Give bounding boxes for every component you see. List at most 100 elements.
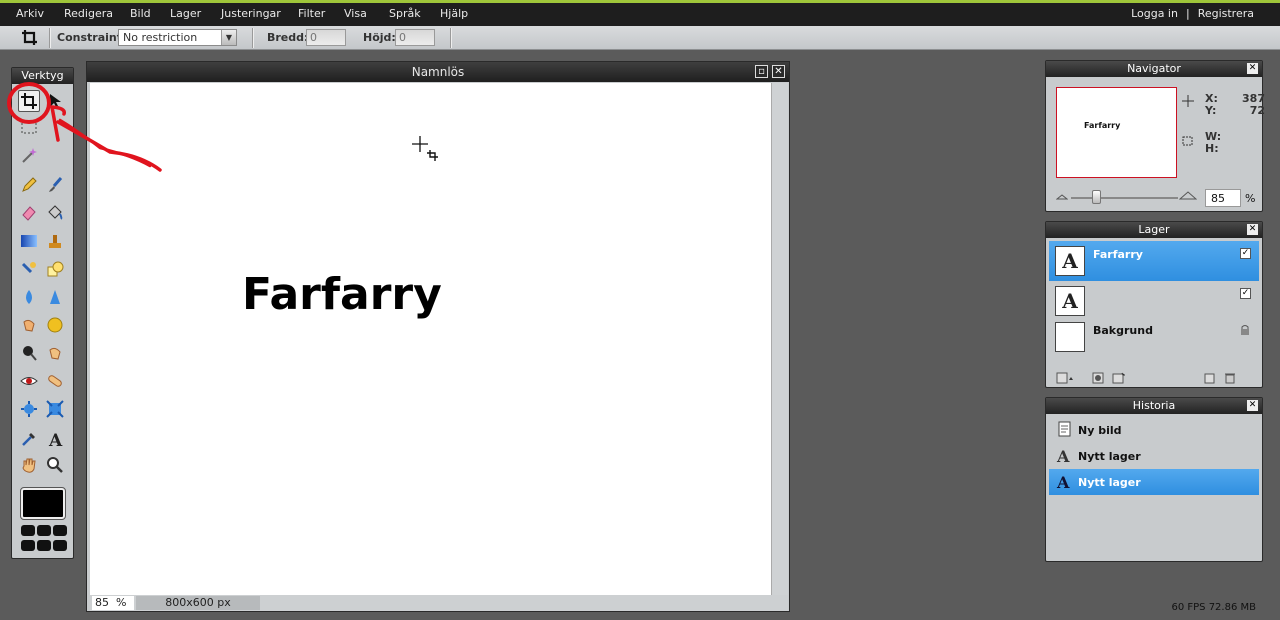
crop-tool[interactable] (18, 90, 40, 112)
sponge-tool[interactable] (44, 314, 66, 336)
blur-tool[interactable] (18, 286, 40, 308)
constraint-select[interactable]: No restriction ▼ (118, 29, 237, 46)
layer-row-text[interactable]: A ✓ (1049, 281, 1259, 321)
layer-mask-icon[interactable] (1092, 372, 1104, 384)
close-icon[interactable]: ✕ (1247, 63, 1258, 74)
constraint-value: No restriction (123, 31, 198, 44)
text-layer-icon: A (1057, 447, 1070, 466)
canvas-status-bar: 85 % 800x600 px (90, 595, 788, 611)
canvas-window-title: Namnlös (411, 65, 465, 79)
layer-settings-icon[interactable] (1056, 372, 1074, 384)
pencil-tool[interactable] (18, 174, 40, 196)
spot-heal-tool[interactable] (44, 370, 66, 392)
pinch-icon (46, 400, 64, 418)
tools-panel: Verktyg A (11, 67, 74, 559)
new-image-icon (1058, 421, 1071, 437)
navigator-panel: Navigator ✕ Farfarry X: 387 Y: 72 W: H: 85… (1045, 60, 1265, 212)
marquee-icon (21, 120, 37, 134)
zoom-slider-handle[interactable] (1092, 190, 1101, 204)
zoom-field[interactable]: 85 % (92, 596, 134, 610)
brush-tool[interactable] (44, 174, 66, 196)
pinch-tool[interactable] (44, 398, 66, 420)
menu-item-redigera[interactable]: Redigera (64, 7, 113, 20)
menu-item-hjalp[interactable]: Hjälp (440, 7, 468, 20)
canvas-window-title-bar[interactable]: Namnlös ▫ ✕ (87, 62, 789, 82)
fill-bucket-tool[interactable] (44, 202, 66, 224)
new-layer-icon[interactable] (1204, 372, 1216, 384)
history-item[interactable]: Ny bild (1049, 417, 1259, 443)
color-picker-tool[interactable] (18, 428, 40, 450)
eyedropper-icon (22, 433, 35, 446)
color-swatch[interactable] (20, 487, 66, 520)
menu-item-arkiv[interactable]: Arkiv (16, 7, 44, 20)
marquee-tool[interactable] (18, 116, 40, 138)
history-item[interactable]: A Nytt lager (1049, 443, 1259, 469)
zoom-in-icon[interactable] (1179, 190, 1197, 200)
visibility-checkbox[interactable]: ✓ (1240, 288, 1251, 299)
trash-icon[interactable] (1224, 372, 1236, 384)
clone-stamp-tool[interactable] (44, 230, 66, 252)
zoom-tool[interactable] (44, 454, 66, 476)
menu-item-visa[interactable]: Visa (344, 7, 367, 20)
width-label: Bredd: (267, 31, 309, 44)
replace-color-tool[interactable] (18, 258, 40, 280)
hand-tool[interactable] (18, 454, 40, 476)
navigator-preview[interactable]: Farfarry (1056, 87, 1177, 178)
close-icon[interactable]: ✕ (1247, 400, 1258, 411)
selection-size-icon (1182, 136, 1193, 146)
zoom-slider-track[interactable] (1071, 197, 1178, 199)
layer-thumbnail: A (1055, 286, 1085, 316)
canvas-text: Farfarry (242, 269, 442, 320)
smudge-tool[interactable] (18, 314, 40, 336)
y-label: Y: (1205, 104, 1217, 117)
close-icon[interactable]: ✕ (1247, 224, 1258, 235)
shape-tool[interactable] (44, 258, 66, 280)
sharpen-tool[interactable] (44, 286, 66, 308)
layer-row-farfarry[interactable]: A Farfarry ✓ (1049, 241, 1259, 281)
lock-icon (1241, 325, 1249, 335)
bloat-tool[interactable] (18, 398, 40, 420)
eraser-tool[interactable] (18, 202, 40, 224)
maximize-icon[interactable]: ▫ (755, 65, 768, 78)
type-tool[interactable]: A (44, 428, 66, 450)
close-icon[interactable]: ✕ (772, 65, 785, 78)
height-input[interactable]: 0 (395, 29, 435, 46)
history-item-selected[interactable]: A Nytt lager (1049, 469, 1259, 495)
crop-icon (18, 28, 42, 48)
sponge-icon (47, 317, 63, 333)
magic-wand-tool[interactable] (18, 144, 40, 166)
menu-item-justeringar[interactable]: Justeringar (221, 7, 281, 20)
gradient-tool[interactable] (18, 230, 40, 252)
menu-item-sprak[interactable]: Språk (389, 7, 421, 20)
fps-memory-status: 60 FPS 72.86 MB (1171, 602, 1256, 613)
y-row: Y: 72 (1205, 105, 1265, 117)
move-tool[interactable] (44, 90, 66, 112)
vertical-scrollbar[interactable] (771, 83, 788, 595)
chevron-down-icon[interactable]: ▼ (221, 30, 236, 45)
pencil-icon (22, 177, 37, 192)
blur-drop-icon (26, 290, 32, 304)
dodge-tool[interactable] (44, 342, 66, 364)
layer-row-bakgrund[interactable]: Bakgrund (1049, 317, 1259, 357)
canvas[interactable]: Farfarry (90, 83, 771, 595)
magic-wand-icon (22, 148, 37, 163)
color-presets[interactable] (21, 525, 67, 551)
navigator-preview-text: Farfarry (1084, 121, 1121, 130)
burn-tool[interactable] (18, 342, 40, 364)
layer-thumbnail (1055, 322, 1085, 352)
red-eye-tool[interactable] (18, 370, 40, 392)
paint-bucket-icon (48, 205, 63, 220)
login-link[interactable]: Logga in (1131, 7, 1178, 20)
layer-styles-icon[interactable] (1112, 372, 1126, 384)
zoom-out-icon[interactable] (1056, 192, 1068, 200)
register-link[interactable]: Registrera (1198, 7, 1254, 20)
visibility-checkbox[interactable]: ✓ (1240, 248, 1251, 259)
menu-item-filter[interactable]: Filter (298, 7, 325, 20)
width-input[interactable]: 0 (306, 29, 346, 46)
options-bar: Constraint: No restriction ▼ Bredd: 0 Hö… (0, 26, 1280, 50)
zoom-input[interactable]: 85 (1205, 189, 1241, 207)
menu-item-lager[interactable]: Lager (170, 7, 201, 20)
height-label: Höjd: (363, 31, 396, 44)
tools-panel-title: Verktyg (12, 68, 73, 84)
menu-item-bild[interactable]: Bild (130, 7, 151, 20)
